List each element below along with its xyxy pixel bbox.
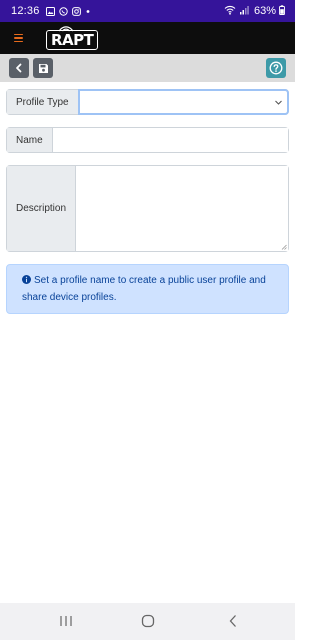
help-button[interactable] [266, 58, 286, 78]
home-icon [141, 614, 155, 628]
recents-icon [60, 616, 72, 626]
chevron-down-icon [275, 100, 282, 105]
resize-handle-icon[interactable] [281, 244, 287, 250]
back-button[interactable] [9, 58, 29, 78]
alert-text: Set a profile name to create a public us… [22, 275, 266, 303]
nav-back-button[interactable] [225, 613, 241, 629]
info-alert: Set a profile name to create a public us… [6, 264, 289, 314]
name-group: Name [6, 127, 289, 153]
description-label: Description [7, 166, 76, 251]
gallery-icon [45, 6, 55, 16]
app-bar: RAPT [0, 22, 295, 54]
status-time: 12:36 [11, 5, 40, 17]
signal-icon [239, 5, 249, 18]
help-icon [269, 61, 283, 75]
description-group: Description [6, 165, 289, 252]
name-label: Name [7, 128, 53, 152]
profile-type-group: Profile Type [6, 89, 289, 115]
info-circle-icon [22, 274, 31, 290]
profile-type-select[interactable] [77, 89, 289, 115]
rapt-logo[interactable]: RAPT [46, 25, 99, 51]
wifi-icon [224, 5, 236, 18]
battery-percent: 63% [253, 5, 276, 17]
profile-type-label: Profile Type [7, 90, 79, 114]
home-button[interactable] [140, 613, 156, 629]
name-input[interactable] [52, 128, 288, 152]
save-button[interactable] [33, 58, 53, 78]
save-icon [38, 63, 48, 73]
system-nav-bar [0, 603, 295, 640]
whatsapp-icon [58, 6, 68, 16]
hamburger-icon [14, 33, 23, 36]
hamburger-menu-button[interactable] [14, 27, 36, 49]
instagram-icon [71, 6, 81, 16]
logo-signal-icon [58, 26, 74, 32]
dot-icon [85, 7, 91, 16]
back-icon [229, 615, 236, 627]
logo-text: RAPT [51, 31, 94, 49]
battery-icon [279, 4, 285, 18]
status-bar: 12:36 63% [0, 0, 295, 22]
recents-button[interactable] [58, 613, 74, 629]
chevron-left-icon [16, 63, 22, 73]
toolbar [0, 54, 295, 82]
description-textarea[interactable] [76, 166, 288, 251]
